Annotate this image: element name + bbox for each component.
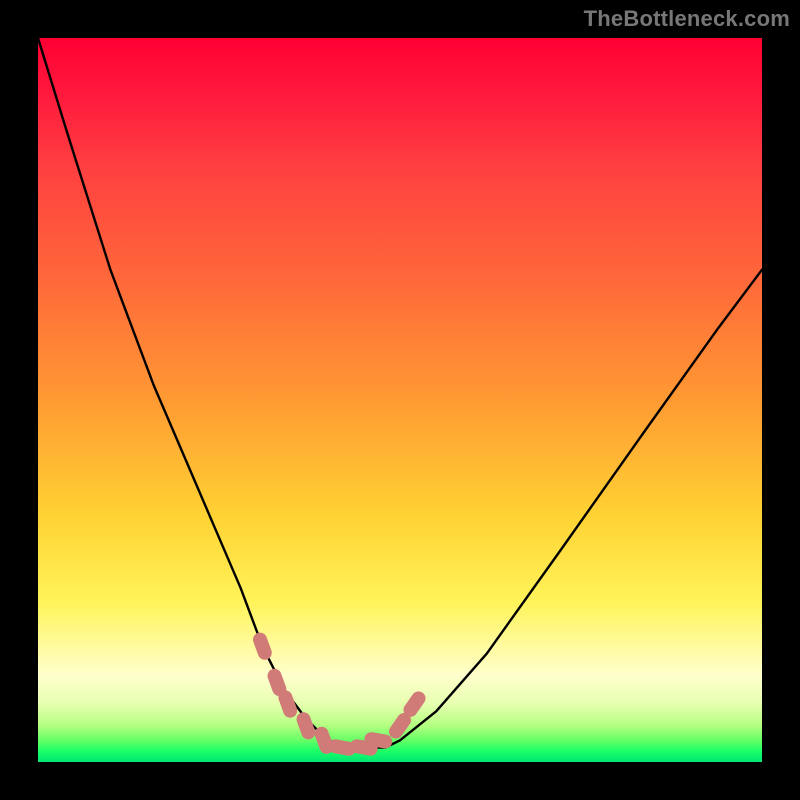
bottleneck-curve xyxy=(38,38,762,748)
plot-area xyxy=(38,38,762,762)
watermark-text: TheBottleneck.com xyxy=(584,6,790,32)
chart-frame: TheBottleneck.com xyxy=(0,0,800,800)
curve-svg xyxy=(38,38,762,762)
marker-point xyxy=(251,631,274,662)
